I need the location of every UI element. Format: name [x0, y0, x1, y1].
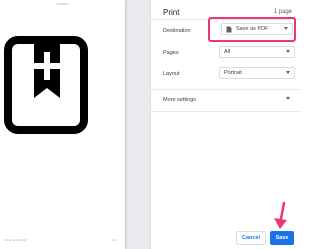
print-preview-area: Untitled chrome://print/ 1/1	[0, 0, 150, 249]
layout-select[interactable]: Portrait	[219, 67, 295, 79]
pages-label: Pages	[163, 50, 179, 56]
save-button[interactable]: Save	[270, 231, 294, 245]
preview-footer-url: chrome://print/	[4, 238, 27, 242]
chevron-down-icon	[286, 71, 290, 74]
page-count: 1 page	[273, 9, 292, 15]
layout-label: Layout	[163, 71, 180, 77]
chevron-down-icon	[286, 50, 290, 53]
divider	[151, 111, 301, 112]
bookmark-add-icon	[4, 36, 88, 134]
print-title: Print	[163, 8, 180, 17]
preview-header: Untitled	[56, 2, 69, 6]
pointer-arrow-icon	[274, 202, 287, 229]
divider	[151, 89, 301, 90]
cancel-button[interactable]: Cancel	[236, 231, 266, 245]
destination-label: Destination	[163, 28, 191, 34]
preview-page: Untitled chrome://print/ 1/1	[0, 0, 125, 249]
destination-highlight	[208, 17, 296, 42]
pages-select[interactable]: All	[219, 46, 295, 58]
layout-value: Portrait	[224, 70, 242, 76]
chevron-down-icon[interactable]	[286, 97, 290, 100]
print-dialog: Untitled chrome://print/ 1/1 Print 1 pag…	[0, 0, 301, 249]
preview-footer-page: 1/1	[112, 238, 117, 242]
pages-value: All	[224, 49, 231, 55]
more-settings-toggle[interactable]: More settings	[163, 97, 196, 103]
